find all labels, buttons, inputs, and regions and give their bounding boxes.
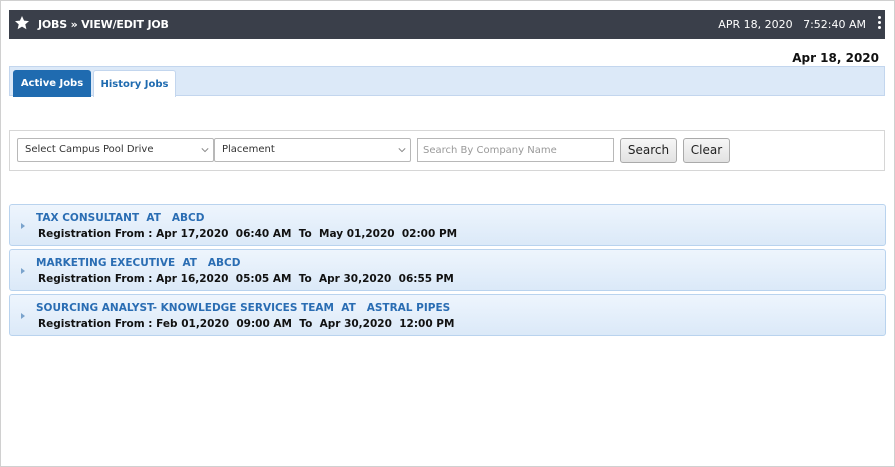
- job-registration: Registration From : Feb 01,2020 09:00 AM…: [38, 318, 455, 330]
- clear-button[interactable]: Clear: [683, 138, 730, 163]
- more-options-icon[interactable]: [875, 16, 883, 32]
- job-title: TAX CONSULTANT AT ABCD: [36, 212, 205, 224]
- tab-history-jobs[interactable]: History Jobs: [93, 70, 176, 97]
- breadcrumb: JOBS » VIEW/EDIT JOB: [38, 18, 169, 31]
- expand-arrow-icon: [21, 268, 25, 274]
- job-title: MARKETING EXECUTIVE AT ABCD: [36, 257, 241, 269]
- job-list: TAX CONSULTANT AT ABCD Registration From…: [9, 204, 886, 339]
- page-date: Apr 18, 2020: [792, 51, 879, 65]
- job-item[interactable]: MARKETING EXECUTIVE AT ABCD Registration…: [9, 249, 886, 291]
- expand-arrow-icon: [21, 223, 25, 229]
- job-type-select-value: Placement: [222, 144, 275, 155]
- datetime-display: APR 18, 2020 7:52:40 AM: [718, 18, 866, 31]
- campus-pool-select-value: Select Campus Pool Drive: [25, 144, 154, 155]
- tab-bar: Active Jobs History Jobs: [9, 66, 885, 97]
- chevron-down-icon: [398, 148, 406, 153]
- chevron-down-icon: [201, 148, 209, 153]
- job-item[interactable]: SOURCING ANALYST- KNOWLEDGE SERVICES TEA…: [9, 294, 886, 336]
- campus-pool-select[interactable]: Select Campus Pool Drive: [17, 138, 214, 162]
- tab-active-jobs[interactable]: Active Jobs: [13, 70, 91, 97]
- company-search-input[interactable]: [417, 138, 614, 162]
- job-title: SOURCING ANALYST- KNOWLEDGE SERVICES TEA…: [36, 302, 451, 314]
- job-type-select[interactable]: Placement: [214, 138, 411, 162]
- star-icon: [15, 16, 29, 30]
- filter-panel: Select Campus Pool Drive Placement Searc…: [9, 130, 885, 171]
- expand-arrow-icon: [21, 313, 25, 319]
- job-item[interactable]: TAX CONSULTANT AT ABCD Registration From…: [9, 204, 886, 246]
- header-bar: JOBS » VIEW/EDIT JOB APR 18, 2020 7:52:4…: [9, 10, 885, 39]
- search-button[interactable]: Search: [620, 138, 677, 163]
- job-registration: Registration From : Apr 16,2020 05:05 AM…: [38, 273, 454, 285]
- job-registration: Registration From : Apr 17,2020 06:40 AM…: [38, 228, 458, 240]
